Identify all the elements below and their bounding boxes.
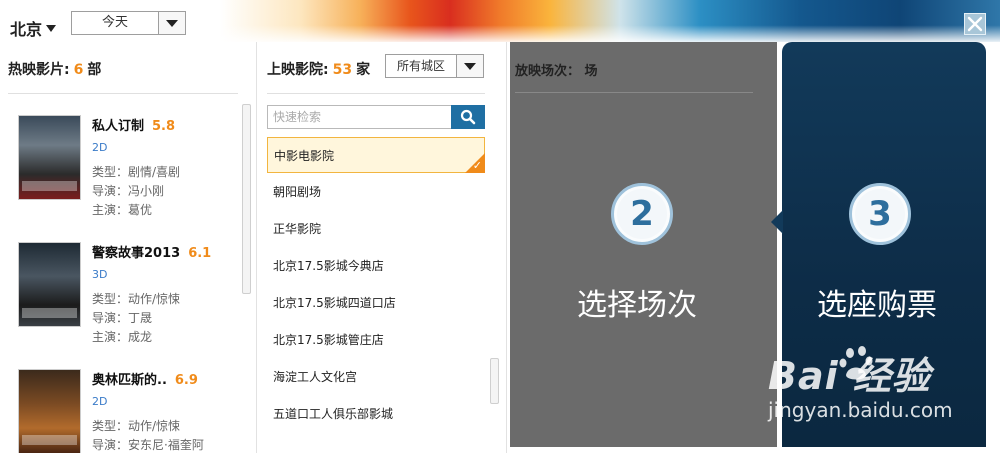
date-dropdown[interactable]: 今天 [71, 11, 186, 35]
cinemas-panel: 上映影院: 53 家 所有城区 快速检索 中影电影院 ✓ 朝阳剧场 正华影院 北京1… [257, 42, 507, 453]
cinema-item[interactable]: 海淀工人文化宫 [267, 359, 485, 395]
cinema-item[interactable]: 朝阳剧场 [267, 174, 485, 210]
district-value: 所有城区 [396, 59, 445, 73]
chevron-down-icon [166, 19, 178, 27]
step-3-badge: 3 [849, 183, 911, 245]
step-3-label: 选座购票 [817, 288, 937, 323]
cinema-item[interactable]: 五道口工人俱乐部影城 [267, 396, 485, 432]
district-dropdown[interactable]: 所有城区 [385, 54, 484, 78]
cinemas-heading-label: 上映影院: [267, 62, 329, 78]
baidu-watermark: Bai 经验 jingyan.baidu.com [768, 345, 953, 422]
date-value: 今天 [101, 15, 128, 30]
movies-count: 6 [73, 62, 84, 78]
check-icon: ✓ [472, 159, 482, 172]
movie-genre: 类型：动作/惊悚 [92, 419, 181, 433]
chevron-down-icon [46, 25, 57, 32]
city-selector[interactable]: 北京 [10, 16, 57, 40]
date-dropdown-button[interactable] [158, 12, 185, 34]
divider [515, 92, 753, 93]
sessions-panel: 放映场次： 场 2 选择场次 [507, 42, 777, 453]
movie-score: 6.1 [188, 246, 212, 261]
movie-item[interactable]: 私人订制 5.8 2D 类型：剧情/喜剧 导演：冯小刚 主演：葛优 [18, 115, 238, 230]
movie-poster[interactable] [18, 369, 81, 453]
movies-heading-label: 热映影片: [8, 62, 70, 78]
movie-poster[interactable] [18, 115, 81, 200]
movie-format: 2D [92, 141, 108, 154]
movie-format: 2D [92, 395, 108, 408]
movie-genre: 类型：剧情/喜剧 [92, 165, 181, 179]
movies-heading: 热映影片: 6 部 [8, 59, 101, 79]
movie-director: 导演：冯小刚 [92, 184, 165, 198]
divider [8, 93, 238, 94]
cinema-search-button[interactable] [451, 105, 485, 129]
movie-genre: 类型：动作/惊悚 [92, 292, 181, 306]
movies-scrollbar[interactable] [242, 104, 251, 294]
sessions-heading: 放映场次： 场 [515, 64, 598, 79]
movies-panel: 热映影片: 6 部 私人订制 5.8 2D 类型：剧情/喜剧 导演：冯小刚 主演：葛优… [0, 42, 257, 453]
movie-score: 6.9 [174, 373, 198, 388]
movie-star: 主演：葛优 [92, 203, 153, 217]
movie-format: 3D [92, 268, 108, 281]
close-icon [967, 16, 983, 32]
movie-title[interactable]: 私人订制 5.8 [92, 115, 175, 134]
cinemas-heading: 上映影院: 53 家 [267, 59, 370, 79]
cinema-item[interactable]: 北京17.5影城管庄店 [267, 322, 485, 358]
arrow-left-icon [771, 210, 783, 234]
cinema-item[interactable]: 正华影院 [267, 211, 485, 247]
movie-title[interactable]: 警察故事2013 6.1 [92, 242, 211, 261]
movie-item[interactable]: 奥林匹斯的.. 6.9 2D 类型：动作/惊悚 导演：安东尼·福奎阿 [18, 369, 238, 453]
cinemas-unit: 家 [356, 62, 371, 78]
movie-score: 5.8 [152, 119, 176, 134]
close-button[interactable] [964, 13, 986, 35]
cinema-item-selected[interactable]: 中影电影院 ✓ [267, 137, 485, 173]
divider [267, 93, 485, 94]
cinema-search-input[interactable]: 快速检索 [267, 105, 452, 129]
search-icon [460, 109, 476, 125]
city-label: 北京 [10, 20, 43, 39]
cinema-name: 中影电影院 [274, 149, 335, 163]
movie-star: 主演：成龙 [92, 330, 153, 344]
paw-icon [838, 345, 878, 389]
movie-title[interactable]: 奥林匹斯的.. 6.9 [92, 369, 198, 388]
cinema-item[interactable]: 北京17.5影城四道口店 [267, 285, 485, 321]
cinemas-scrollbar[interactable] [490, 358, 499, 404]
cinema-item[interactable]: 北京17.5影城今典店 [267, 248, 485, 284]
district-dropdown-button[interactable] [456, 55, 483, 77]
watermark-url: jingyan.baidu.com [768, 398, 953, 422]
movie-director: 导演：丁晟 [92, 311, 153, 325]
movie-item[interactable]: 警察故事2013 6.1 3D 类型：动作/惊悚 导演：丁晟 主演：成龙 [18, 242, 238, 357]
movie-poster[interactable] [18, 242, 81, 327]
cinemas-count: 53 [332, 62, 353, 78]
chevron-down-icon [464, 62, 476, 70]
movie-director: 导演：安东尼·福奎阿 [92, 438, 204, 452]
step-2-badge: 2 [611, 183, 673, 245]
step-2-label: 选择场次 [577, 288, 697, 323]
movies-unit: 部 [87, 62, 102, 78]
